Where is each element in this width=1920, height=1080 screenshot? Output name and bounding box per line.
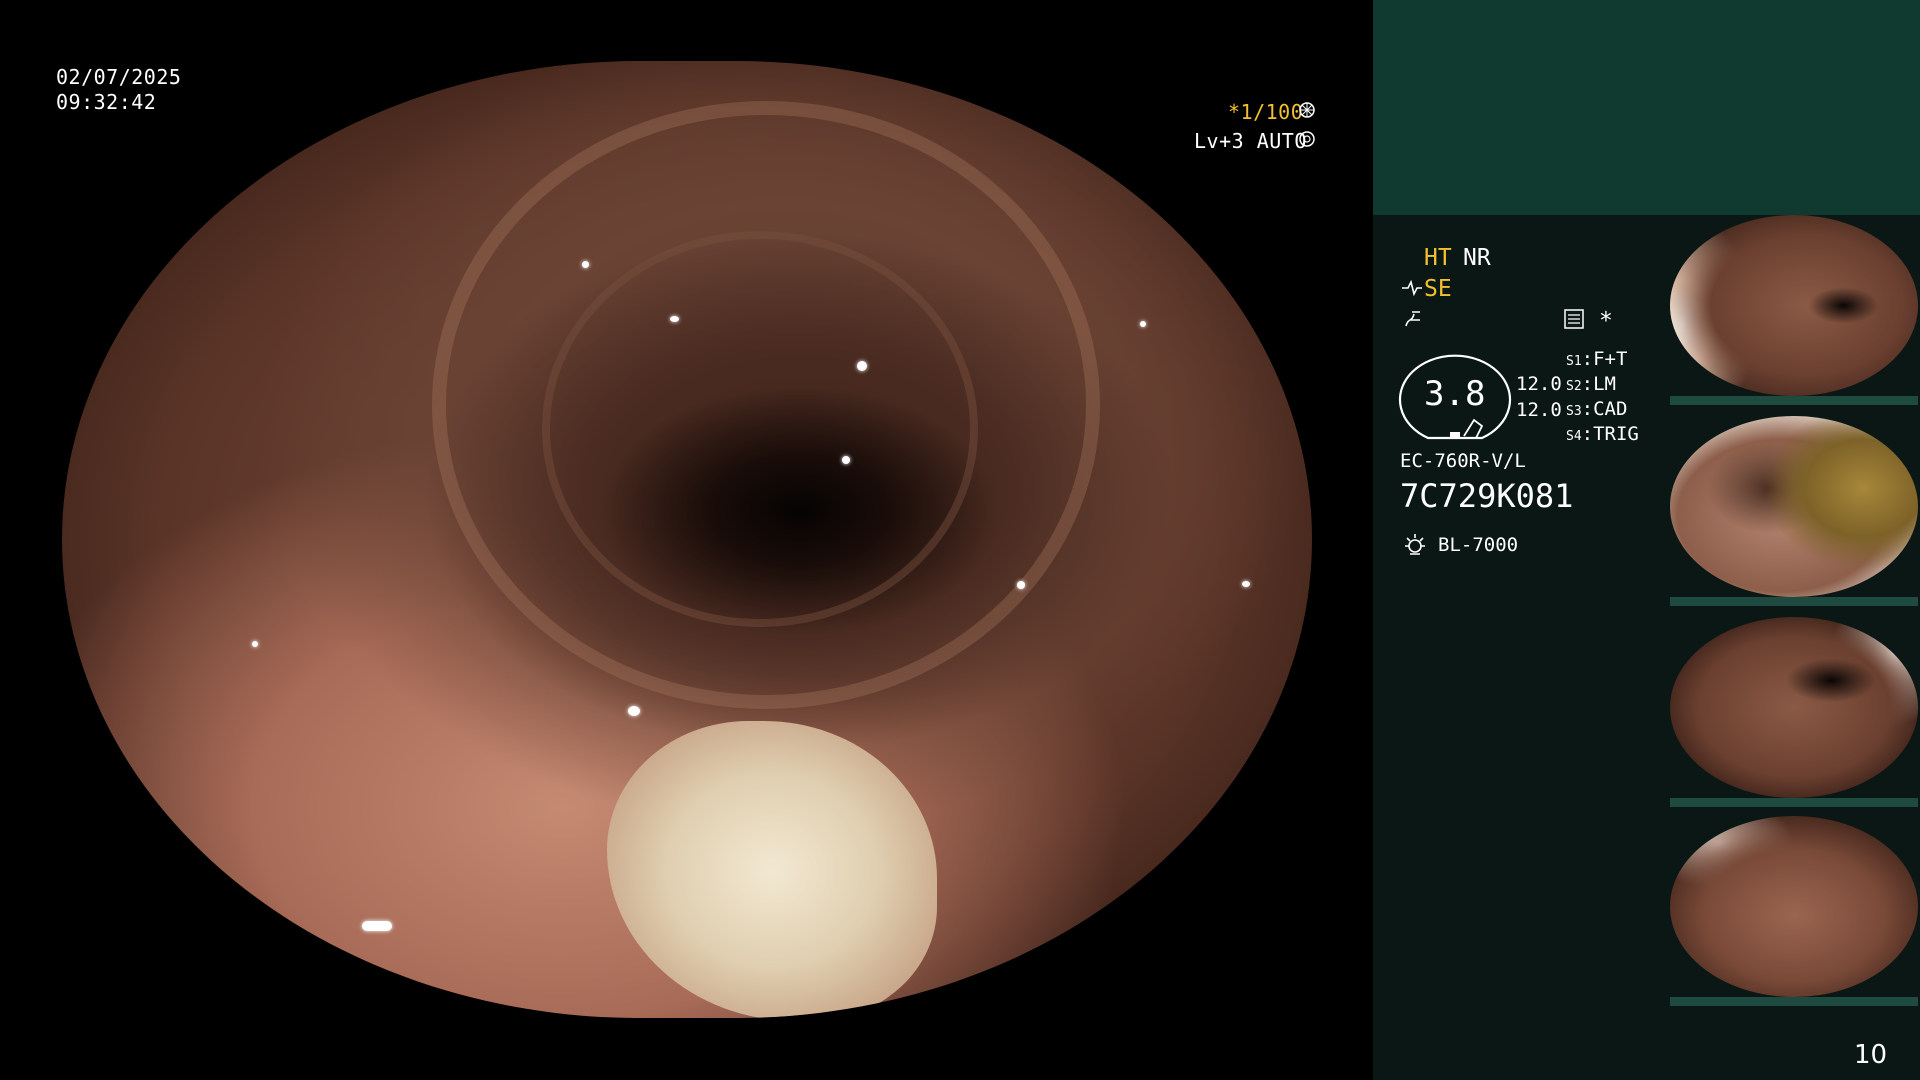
capture-thumbnail[interactable] — [1670, 617, 1918, 807]
switch-key: S3 — [1566, 404, 1582, 419]
specular-highlight — [842, 456, 850, 464]
thumbnail-image — [1670, 617, 1918, 798]
specular-highlight — [252, 641, 258, 647]
switch-row: S4:TRIG — [1566, 423, 1639, 445]
switch-row: S2:LM — [1566, 373, 1616, 395]
switch-list: S1:F+T S2:LM S3:CAD S4:TRIG — [1566, 348, 1639, 448]
specular-highlight — [292, 946, 332, 958]
switch-value: CAD — [1593, 398, 1628, 420]
shutter-speed-label: *1/100 — [1228, 100, 1304, 124]
record-list-icon — [1563, 308, 1585, 330]
lesion — [607, 721, 937, 1018]
capture-thumbnail[interactable] — [1670, 215, 1918, 405]
iris-icon — [1299, 131, 1315, 147]
time-label: 09:32:42 — [56, 90, 157, 114]
scope-model-label: EC-760R-V/L — [1400, 450, 1526, 472]
page-number: 10 — [1854, 1040, 1888, 1070]
date-label: 02/07/2025 — [56, 65, 182, 89]
mode-nr-label: NR — [1463, 245, 1491, 271]
specular-highlight — [362, 921, 392, 931]
specular-highlight — [1242, 581, 1250, 587]
value-1: 12.0 — [1516, 373, 1562, 395]
switch-key: S4 — [1566, 429, 1582, 444]
switch-value: TRIG — [1593, 423, 1639, 445]
light-source-icon — [1402, 532, 1428, 558]
light-source-label: BL-7000 — [1438, 534, 1519, 556]
specular-highlight — [1140, 321, 1146, 327]
mode-se-label: SE — [1424, 276, 1452, 302]
specular-highlight — [628, 706, 640, 716]
switch-key: S1 — [1566, 354, 1582, 369]
switch-value: F+T — [1593, 348, 1628, 370]
capture-thumbnail[interactable] — [1670, 416, 1918, 606]
structure-enhance-icon — [1400, 278, 1424, 298]
zoom-value: 3.8 — [1424, 374, 1486, 414]
thumbnail-image — [1670, 416, 1918, 597]
specular-highlight — [582, 261, 589, 268]
brightness-level-label: Lv+3 AUTO — [1194, 129, 1307, 153]
switch-key: S2 — [1566, 379, 1582, 394]
asterisk-label: * — [1599, 308, 1613, 334]
switch-row: S1:F+T — [1566, 348, 1628, 370]
scope-serial-label: 7C729K081 — [1400, 477, 1574, 515]
specular-highlight — [670, 316, 679, 322]
switch-value: LM — [1593, 373, 1616, 395]
endoscope-live-image — [62, 61, 1312, 1018]
shutter-icon — [1299, 102, 1315, 118]
thumbnail-image — [1670, 215, 1918, 396]
info-panel-header — [1373, 0, 1920, 215]
mucosal-fold — [542, 231, 978, 627]
switch-row: S3:CAD — [1566, 398, 1628, 420]
color-mode-icon — [1402, 308, 1422, 330]
value-2: 12.0 — [1516, 399, 1562, 421]
specular-highlight — [857, 361, 867, 371]
capture-thumbnail[interactable] — [1670, 816, 1918, 1006]
thumbnail-image — [1670, 816, 1918, 997]
mode-ht-label: HT — [1424, 245, 1452, 271]
specular-highlight — [1017, 581, 1025, 589]
